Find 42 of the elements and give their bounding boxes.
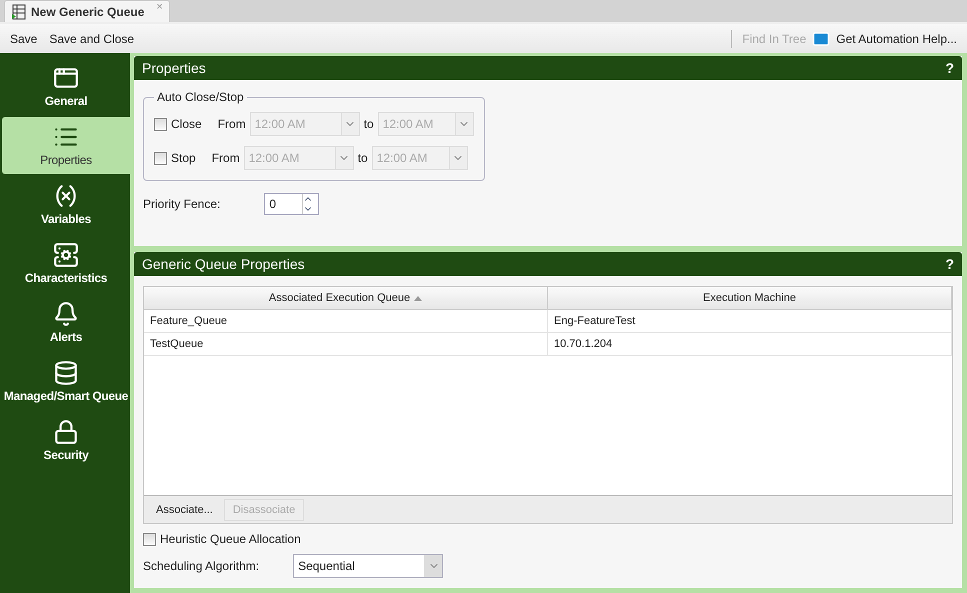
tab-title: New Generic Queue — [31, 4, 144, 18]
help-icon[interactable]: ? — [945, 256, 954, 272]
lock-icon — [53, 419, 79, 445]
sidebar-item[interactable]: Alerts — [2, 294, 130, 351]
panel-title: Properties — [142, 60, 206, 76]
sidebar-item[interactable]: Managed/Smart Queue — [2, 353, 130, 410]
from-label: From — [218, 117, 246, 131]
grid-button[interactable]: Associate... — [147, 498, 222, 520]
help-button[interactable]: Get Automation Help... — [830, 28, 963, 48]
help-icon[interactable]: ? — [945, 60, 954, 76]
to-label: to — [364, 117, 374, 131]
sort-arrow-icon — [414, 296, 422, 300]
sidebar-item[interactable]: Characteristics — [2, 235, 130, 292]
field-label: Priority Fence: — [143, 197, 220, 211]
column-header[interactable]: Associated Execution Queue — [144, 287, 548, 309]
to-label: to — [358, 151, 368, 165]
database-icon — [53, 360, 79, 386]
algorithm-select[interactable]: Sequential — [293, 554, 444, 578]
checkbox[interactable] — [143, 532, 156, 546]
queue-icon — [11, 4, 27, 20]
bell-icon — [53, 301, 79, 327]
table-cell: TestQueue — [144, 333, 548, 355]
column-header[interactable]: Execution Machine — [548, 287, 952, 309]
server-gear-icon — [53, 242, 79, 268]
field-label: Scheduling Algorithm: — [143, 559, 260, 573]
sidebar-item[interactable]: Properties — [2, 117, 130, 174]
sidebar-item[interactable]: Variables — [2, 176, 130, 233]
panel-title: Generic Queue Properties — [142, 256, 305, 272]
toolbar-button[interactable]: Save and Close — [43, 28, 140, 48]
document-tab[interactable]: New Generic Queue × — [4, 0, 170, 22]
sidebar-item[interactable]: Security — [2, 412, 130, 469]
checkbox-label: Stop — [171, 151, 196, 165]
group-label: Auto Close/Stop — [156, 90, 245, 104]
checkbox-label: Heuristic Queue Allocation — [160, 532, 301, 546]
checkbox-label: Close — [171, 117, 202, 131]
number-field[interactable]: 0 — [264, 193, 320, 215]
table-cell: Feature_Queue — [144, 310, 548, 332]
from-label: From — [212, 151, 240, 165]
toolbar-button[interactable]: Save — [4, 28, 44, 48]
table-cell: Eng-FeatureTest — [548, 310, 952, 332]
table-cell: 10.70.1.204 — [548, 333, 952, 355]
sidebar-item[interactable]: General — [2, 58, 130, 115]
